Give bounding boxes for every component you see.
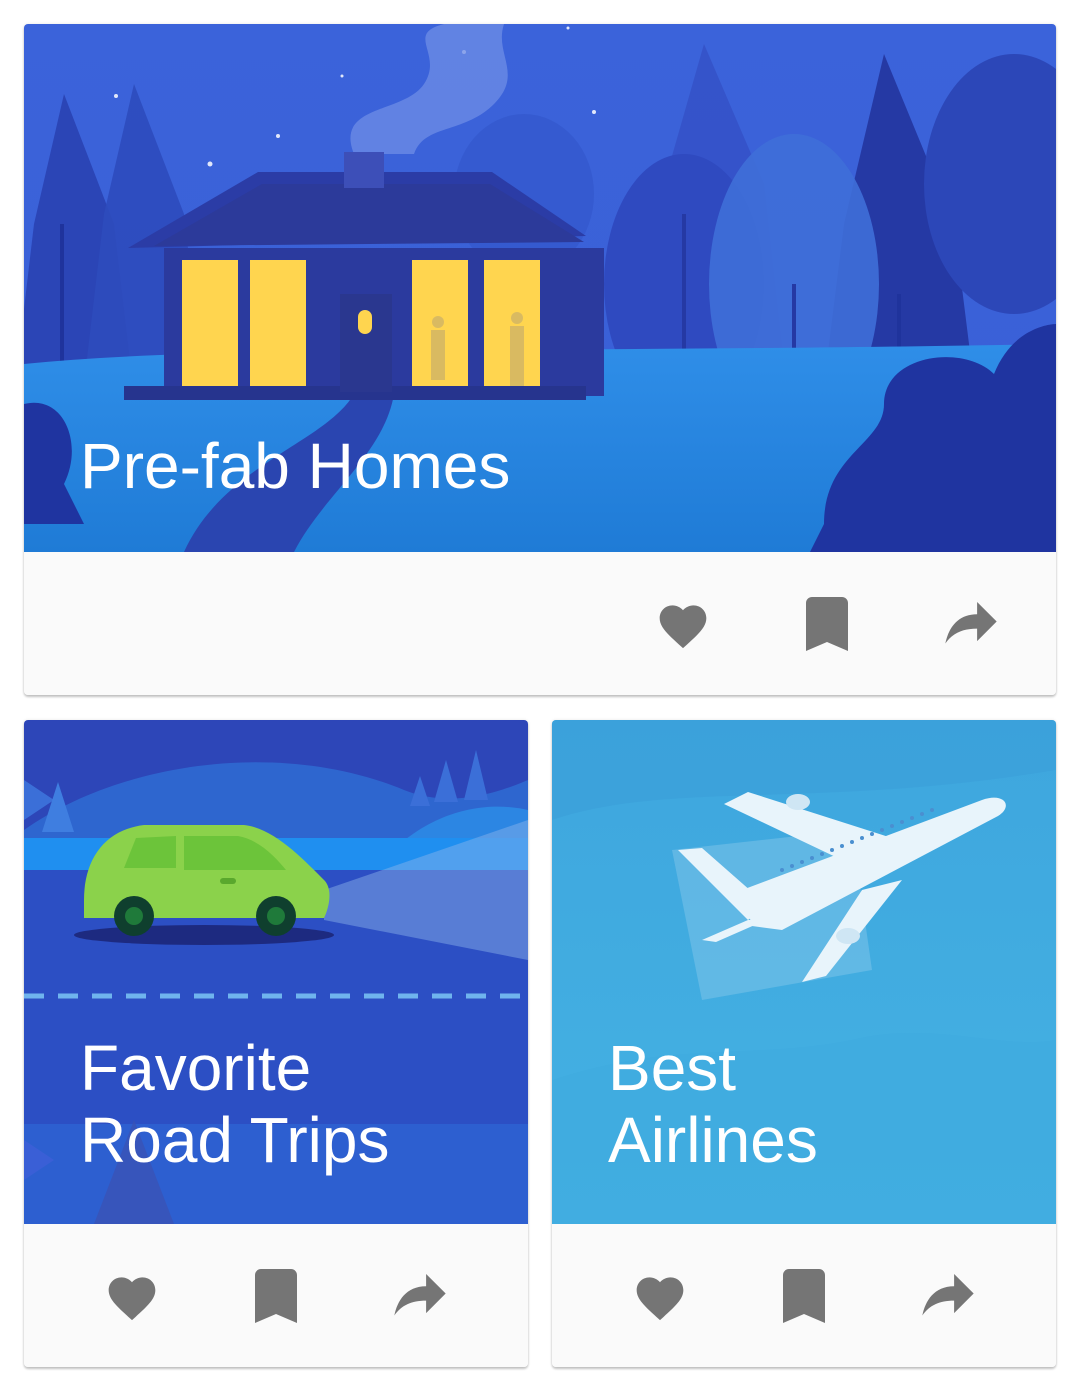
share-button[interactable] bbox=[912, 1260, 984, 1332]
card-title: Pre-fab Homes bbox=[80, 430, 510, 502]
card-title: Best Airlines bbox=[608, 1032, 818, 1176]
bookmark-button[interactable] bbox=[791, 588, 863, 660]
card-title-line: Best bbox=[608, 1032, 737, 1104]
card-actions bbox=[24, 552, 1056, 695]
card-title-line: Favorite bbox=[80, 1032, 312, 1104]
card-media-car-road[interactable]: Favorite Road Trips bbox=[24, 720, 528, 1224]
share-button[interactable] bbox=[935, 588, 1007, 660]
card-title-line: Pre-fab Homes bbox=[80, 430, 511, 502]
card-title-line: Airlines bbox=[608, 1104, 818, 1176]
card-media-night-house[interactable]: Pre-fab Homes bbox=[24, 24, 1056, 552]
bookmark-icon bbox=[783, 1269, 825, 1323]
card-prefab-homes[interactable]: Pre-fab Homes bbox=[24, 24, 1056, 695]
card-best-airlines[interactable]: Best Airlines bbox=[552, 720, 1056, 1367]
share-icon bbox=[945, 602, 997, 644]
heart-icon bbox=[108, 1277, 156, 1321]
heart-icon bbox=[636, 1277, 684, 1321]
card-road-trips[interactable]: Favorite Road Trips bbox=[24, 720, 528, 1367]
share-icon bbox=[394, 1274, 446, 1316]
card-title: Favorite Road Trips bbox=[80, 1032, 389, 1176]
favorite-button[interactable] bbox=[96, 1260, 168, 1332]
bookmark-button[interactable] bbox=[240, 1260, 312, 1332]
favorite-button[interactable] bbox=[624, 1260, 696, 1332]
favorite-button[interactable] bbox=[647, 588, 719, 660]
bookmark-icon bbox=[806, 597, 848, 651]
heart-icon bbox=[659, 605, 707, 649]
card-actions bbox=[24, 1224, 528, 1367]
share-button[interactable] bbox=[384, 1260, 456, 1332]
card-title-line: Road Trips bbox=[80, 1104, 390, 1176]
bookmark-icon bbox=[255, 1269, 297, 1323]
bookmark-button[interactable] bbox=[768, 1260, 840, 1332]
share-icon bbox=[922, 1274, 974, 1316]
card-actions bbox=[552, 1224, 1056, 1367]
card-media-airplane[interactable]: Best Airlines bbox=[552, 720, 1056, 1224]
